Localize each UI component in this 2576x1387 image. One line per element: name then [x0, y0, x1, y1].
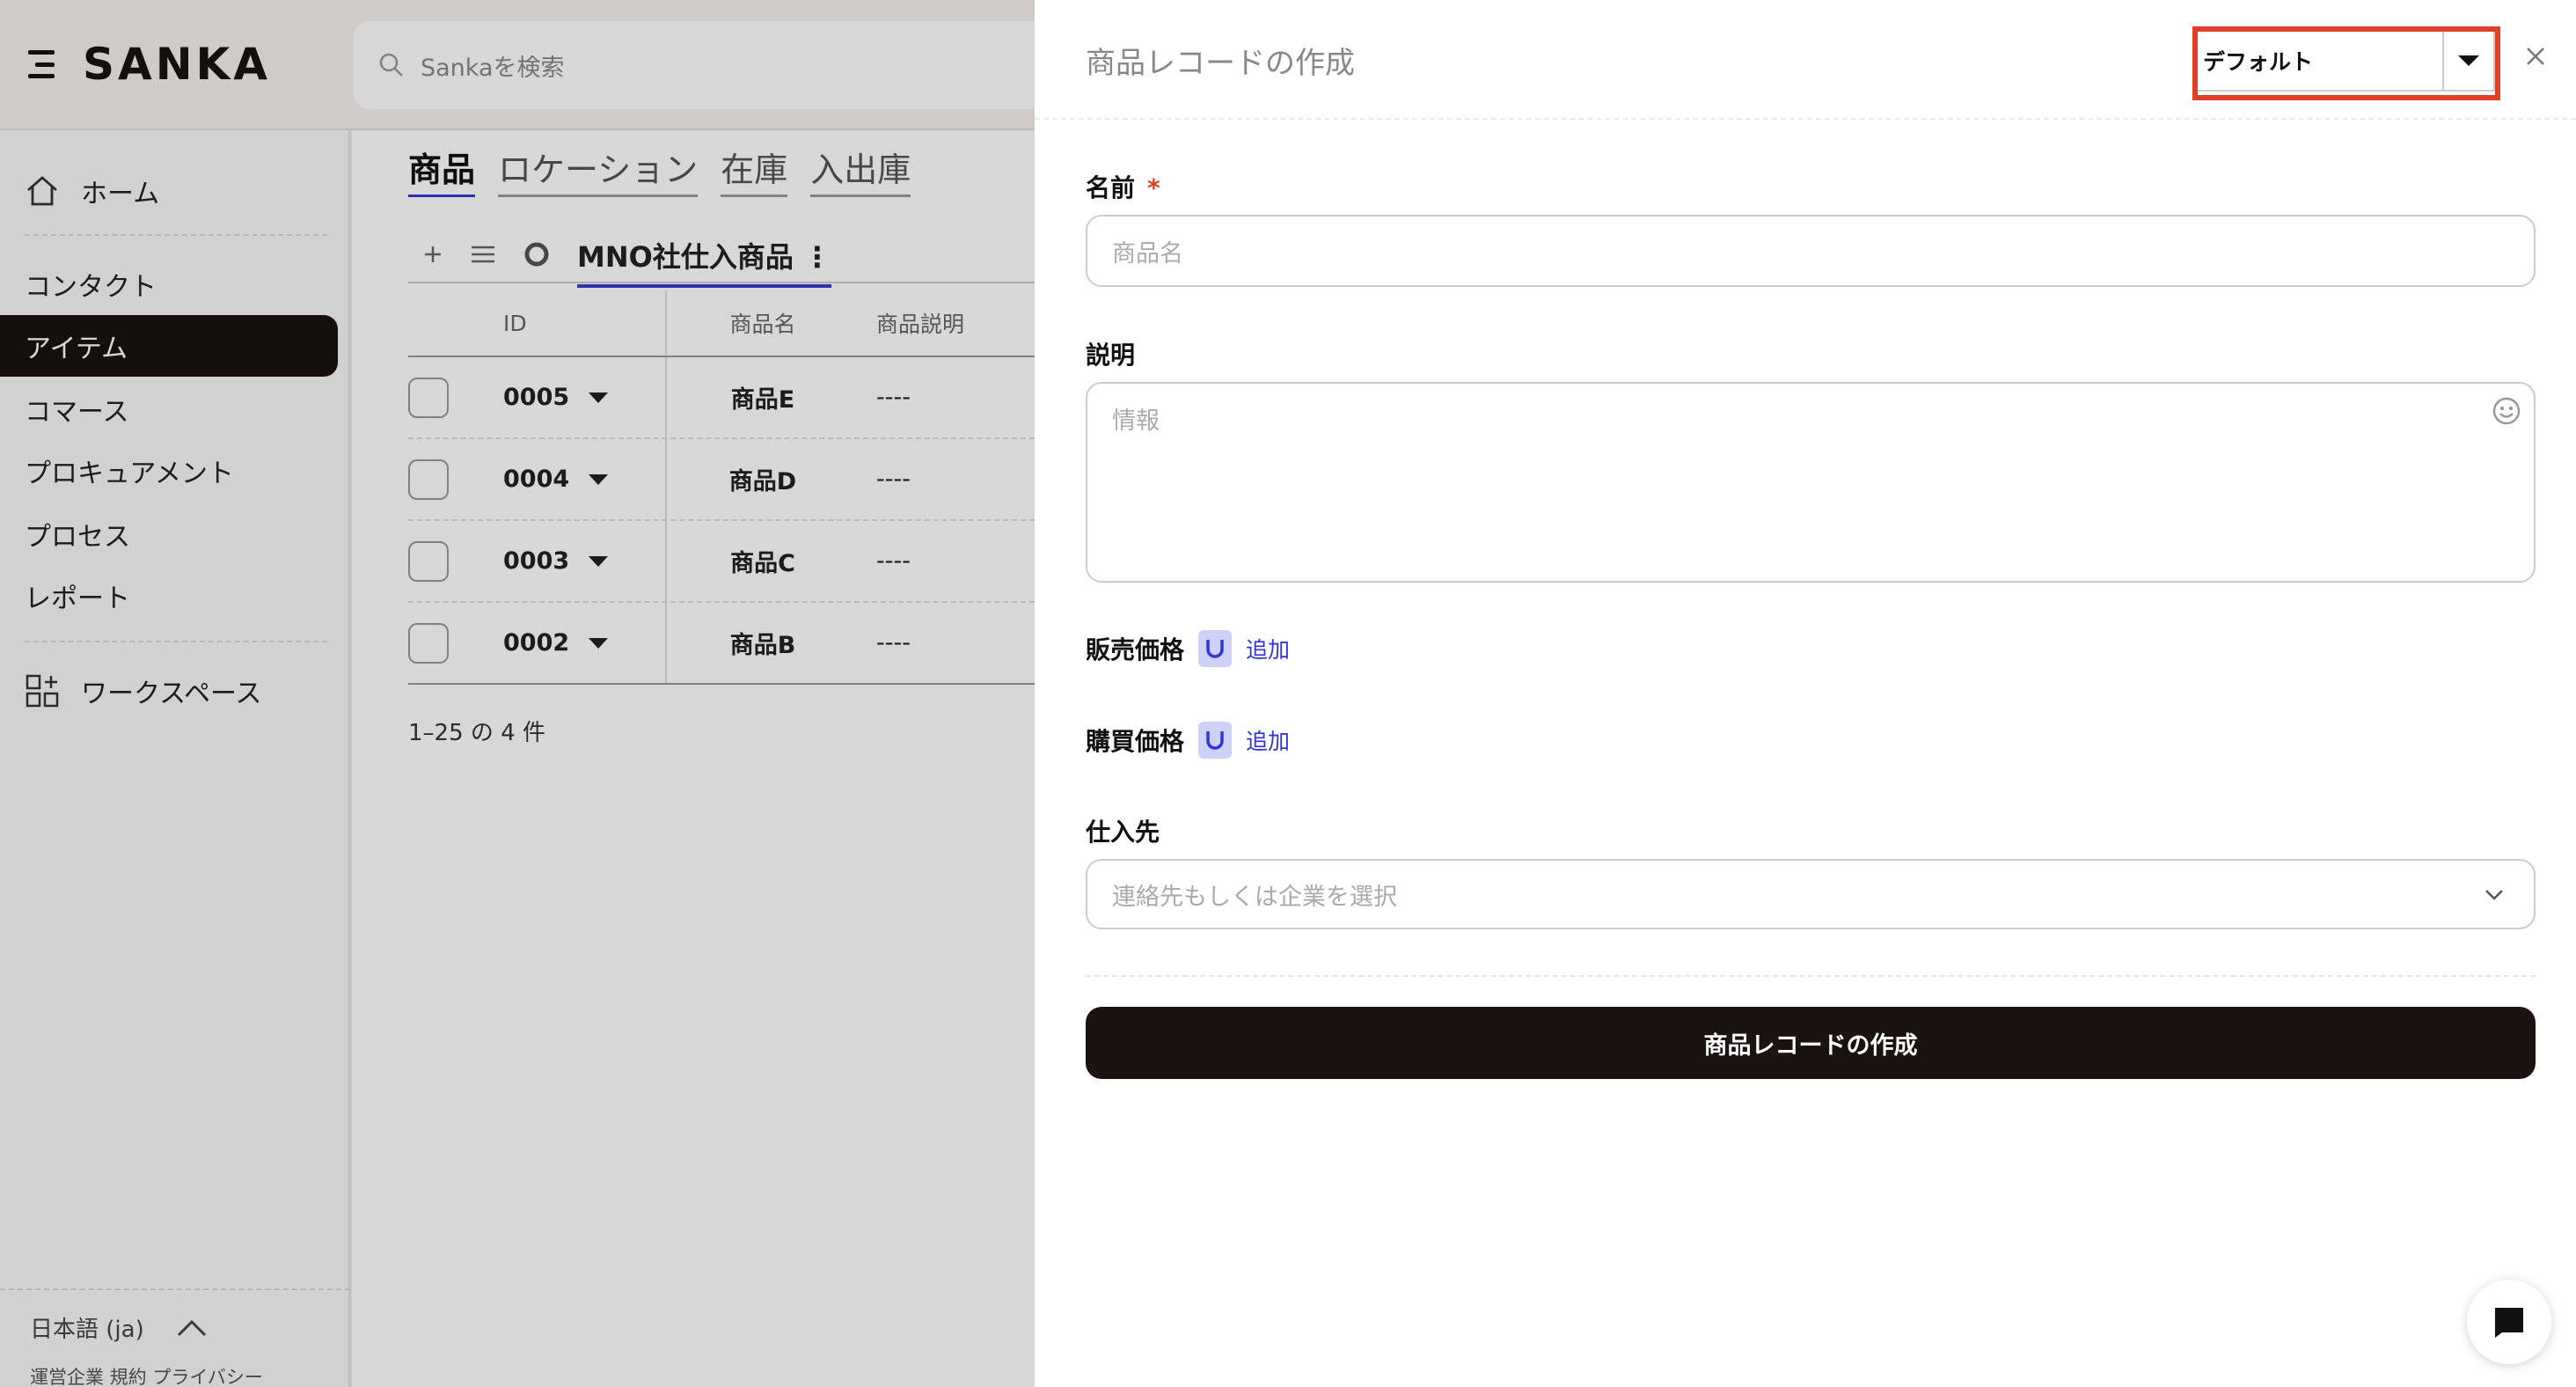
background-app: SANKA Sankaを検索 ホーム コンタクト アイテム コマース プロキュア… [0, 0, 1057, 1387]
chevron-down-icon [2485, 890, 2503, 900]
sale-price-label: 販売価格 [1086, 635, 1185, 664]
purchase-price-row: 購買価格 追加 [1086, 722, 1290, 759]
create-record-button[interactable]: 商品レコードの作成 [1086, 1007, 2536, 1079]
units-icon [1198, 722, 1233, 759]
supplier-select[interactable]: 連絡先もしくは企業を選択 [1086, 859, 2536, 929]
add-sale-price-link[interactable]: 追加 [1246, 633, 1290, 664]
units-icon [1198, 630, 1233, 667]
required-mark: * [1147, 173, 1160, 202]
drawer-title: 商品レコードの作成 [1086, 46, 1355, 81]
create-record-drawer: 商品レコードの作成 デフォルト 名前 * 商品名 説明 情報 販売価格 追加 購… [1035, 0, 2576, 1387]
emoji-icon[interactable] [2492, 396, 2521, 426]
name-label: 名前 [1086, 173, 1136, 202]
drawer-header: 商品レコードの作成 デフォルト [1035, 0, 2576, 120]
supplier-placeholder: 連絡先もしくは企業を選択 [1112, 883, 1397, 911]
description-textarea[interactable]: 情報 [1086, 382, 2536, 583]
add-purchase-price-link[interactable]: 追加 [1246, 724, 1290, 756]
supplier-label: 仕入先 [1086, 818, 1160, 847]
name-input-placeholder: 商品名 [1112, 239, 1183, 268]
modal-backdrop[interactable] [0, 0, 1035, 1387]
form-divider [1086, 975, 2536, 977]
purchase-price-label: 購買価格 [1086, 727, 1185, 756]
description-placeholder: 情報 [1112, 407, 1160, 435]
highlight-annotation [2192, 26, 2500, 100]
name-field-label: 名前 * [1086, 169, 1160, 204]
app-root: SANKA Sankaを検索 ホーム コンタクト アイテム コマース プロキュア… [0, 0, 2576, 1387]
close-icon[interactable] [2518, 39, 2553, 74]
chat-icon [2495, 1308, 2523, 1338]
name-input[interactable]: 商品名 [1086, 215, 2536, 287]
description-label: 説明 [1086, 341, 1136, 370]
chat-button[interactable] [2467, 1280, 2551, 1364]
sale-price-row: 販売価格 追加 [1086, 630, 1290, 667]
